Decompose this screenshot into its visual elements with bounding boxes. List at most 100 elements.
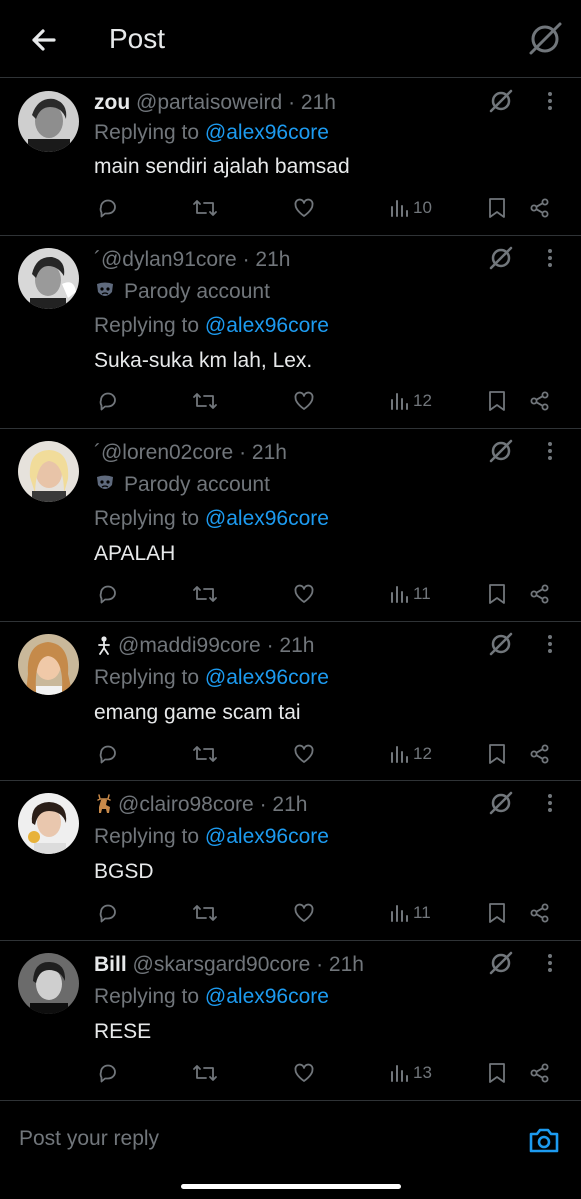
reply-button[interactable] <box>96 898 120 928</box>
display-name[interactable]: Bill <box>94 953 127 976</box>
share-button[interactable] <box>528 739 552 769</box>
bookmark-button[interactable] <box>486 579 508 609</box>
reply-item[interactable]: zou @partaisoweird · 21h Replying to @al… <box>0 79 581 236</box>
avatar[interactable] <box>18 248 79 309</box>
repost-button[interactable] <box>191 898 219 928</box>
views-button[interactable]: 13 <box>388 1058 432 1088</box>
more-vertical-icon[interactable] <box>538 630 562 658</box>
like-button[interactable] <box>292 579 316 609</box>
more-vertical-icon[interactable] <box>538 437 562 465</box>
timestamp: · 21h <box>266 634 315 657</box>
reply-item[interactable]: Bill @skarsgard90core · 21h Replying to … <box>0 941 581 1100</box>
replying-to-handle[interactable]: @alex96core <box>205 314 329 337</box>
replying-to-handle[interactable]: @alex96core <box>205 985 329 1008</box>
like-button[interactable] <box>292 739 316 769</box>
avatar[interactable] <box>18 793 79 854</box>
replying-to-handle[interactable]: @alex96core <box>205 507 329 530</box>
grok-icon[interactable] <box>487 949 515 977</box>
action-bar: 11 <box>0 898 581 928</box>
share-button[interactable] <box>528 193 552 223</box>
home-indicator[interactable] <box>181 1184 401 1189</box>
reply-button[interactable] <box>96 193 120 223</box>
heart-icon <box>294 1063 314 1082</box>
user-handle[interactable]: @skarsgard90core <box>133 953 311 976</box>
arrow-left-icon[interactable] <box>24 20 64 60</box>
heart-icon <box>294 391 314 410</box>
more-vertical-icon[interactable] <box>538 87 562 115</box>
share-icon <box>530 391 549 411</box>
repost-button[interactable] <box>191 739 219 769</box>
avatar[interactable] <box>18 634 79 695</box>
views-button[interactable]: 12 <box>388 739 432 769</box>
grok-icon[interactable] <box>487 87 515 115</box>
views-count: 11 <box>413 903 431 922</box>
user-handle[interactable]: @clairo98core <box>118 793 254 816</box>
reply-button[interactable] <box>96 739 120 769</box>
reply-item[interactable]: @clairo98core · 21h Replying to @alex96c… <box>0 781 581 941</box>
grok-icon[interactable] <box>487 630 515 658</box>
avatar[interactable] <box>18 91 79 152</box>
like-button[interactable] <box>292 1058 316 1088</box>
repost-button[interactable] <box>191 386 219 416</box>
avatar[interactable] <box>18 953 79 1014</box>
reply-button[interactable] <box>96 386 120 416</box>
action-bar: 11 <box>0 579 581 609</box>
grok-icon[interactable] <box>487 244 515 272</box>
user-handle[interactable]: ´@dylan91core <box>94 248 237 271</box>
like-button[interactable] <box>292 898 316 928</box>
grok-icon[interactable] <box>487 437 515 465</box>
share-button[interactable] <box>528 898 552 928</box>
bookmark-button[interactable] <box>486 386 508 416</box>
user-handle[interactable]: @partaisoweird <box>136 91 282 114</box>
views-button[interactable]: 11 <box>388 579 431 609</box>
views-count: 12 <box>413 391 432 410</box>
share-button[interactable] <box>528 386 552 416</box>
views-button[interactable]: 10 <box>388 193 432 223</box>
reply-item[interactable]: ´@dylan91core · 21h Parody account Reply… <box>0 236 581 429</box>
repost-button[interactable] <box>191 1058 219 1088</box>
replying-prefix: Replying to <box>94 666 205 689</box>
replying-to-handle[interactable]: @alex96core <box>205 666 329 689</box>
replying-to: Replying to @alex96core <box>94 505 329 533</box>
like-button[interactable] <box>292 386 316 416</box>
repost-button[interactable] <box>191 579 219 609</box>
bookmark-button[interactable] <box>486 739 508 769</box>
grok-icon[interactable] <box>487 789 515 817</box>
reply-input[interactable]: Post your reply <box>19 1127 159 1151</box>
user-handle[interactable]: ´@loren02core <box>94 441 233 464</box>
reply-item[interactable]: ´@loren02core · 21h Parody account Reply… <box>0 429 581 622</box>
user-handle[interactable]: @maddi99core <box>118 634 261 657</box>
camera-icon[interactable] <box>527 1123 561 1157</box>
display-name[interactable]: zou <box>94 91 130 114</box>
share-button[interactable] <box>528 1058 552 1088</box>
more-vertical-icon[interactable] <box>538 949 562 977</box>
action-bar: 10 <box>0 193 581 223</box>
parody-mask-icon <box>97 282 113 296</box>
more-vertical-icon[interactable] <box>538 789 562 817</box>
reply-composer[interactable]: Post your reply <box>0 1100 581 1180</box>
views-icon <box>391 746 408 763</box>
repost-button[interactable] <box>191 193 219 223</box>
avatar[interactable] <box>18 441 79 502</box>
views-button[interactable]: 11 <box>388 898 431 928</box>
like-button[interactable] <box>292 193 316 223</box>
reply-button[interactable] <box>96 579 120 609</box>
repost-icon <box>193 1065 217 1081</box>
parody-label: Parody account <box>94 471 270 499</box>
reply-item[interactable]: @maddi99core · 21h Replying to @alex96co… <box>0 622 581 781</box>
bookmark-button[interactable] <box>486 193 508 223</box>
share-button[interactable] <box>528 579 552 609</box>
replying-to-handle[interactable]: @alex96core <box>205 121 329 144</box>
replying-to: Replying to @alex96core <box>94 119 329 147</box>
views-icon <box>391 200 408 217</box>
replying-to-handle[interactable]: @alex96core <box>205 825 329 848</box>
timestamp: · 21h <box>259 793 308 816</box>
grok-icon[interactable] <box>524 18 566 60</box>
bookmark-button[interactable] <box>486 1058 508 1088</box>
page-title: Post <box>109 23 166 54</box>
bookmark-button[interactable] <box>486 898 508 928</box>
reply-button[interactable] <box>96 1058 120 1088</box>
views-button[interactable]: 12 <box>388 386 432 416</box>
repost-icon <box>193 746 217 762</box>
more-vertical-icon[interactable] <box>538 244 562 272</box>
